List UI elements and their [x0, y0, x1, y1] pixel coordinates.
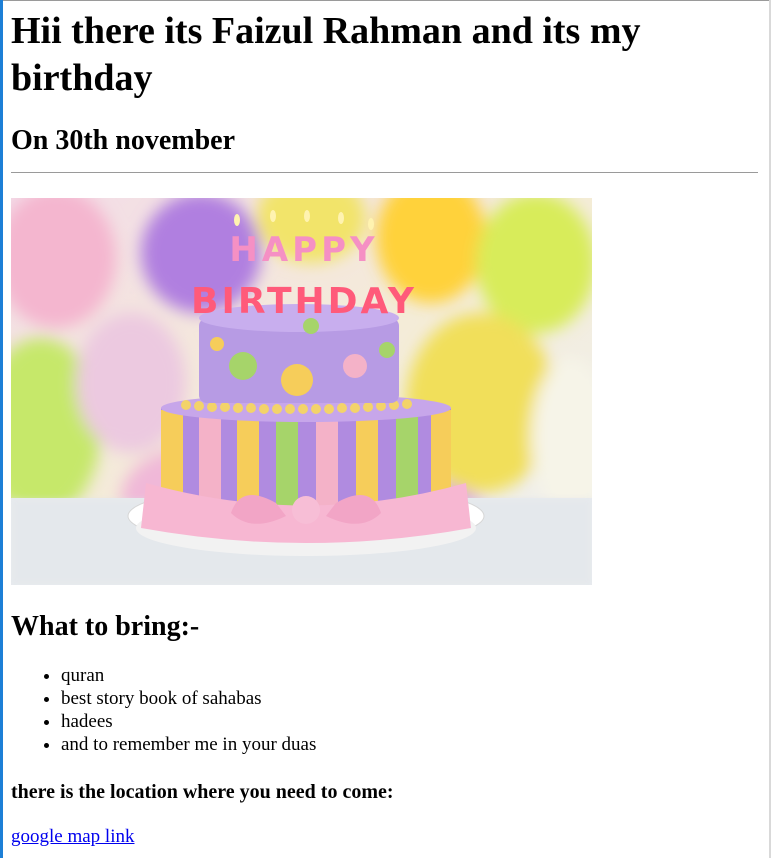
bring-list: quran best story book of sahabas hadees …: [11, 664, 758, 756]
bring-heading: What to bring:-: [11, 611, 200, 642]
divider: [11, 172, 758, 173]
list-item: best story book of sahabas: [61, 687, 758, 710]
page-title: Hii there its Faizul Rahman and its my b…: [11, 10, 641, 99]
birthday-cake-image: HAPPY BIRTHDAY: [11, 198, 592, 585]
list-item: and to remember me in your duas: [61, 733, 758, 756]
page-content: Hii there its Faizul Rahman and its my b…: [11, 0, 758, 848]
google-map-link[interactable]: google map link: [11, 826, 134, 848]
list-item: hadees: [61, 710, 758, 733]
list-item: quran: [61, 664, 758, 687]
svg-text:HAPPY: HAPPY: [229, 230, 378, 270]
svg-text:BIRTHDAY: BIRTHDAY: [191, 281, 417, 322]
window-left-border: [0, 0, 3, 858]
location-heading: there is the location where you need to …: [11, 781, 394, 803]
birthday-date: On 30th november: [11, 125, 235, 156]
